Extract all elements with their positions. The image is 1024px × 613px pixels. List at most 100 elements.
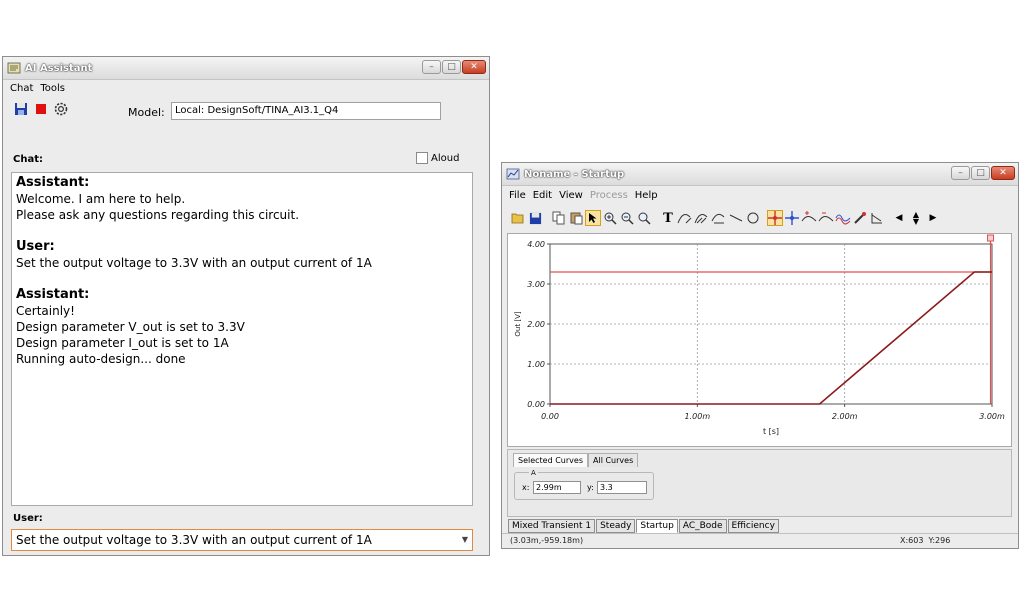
dropdown-arrow-icon[interactable]: ▼ [462, 530, 468, 550]
y-axis-label: Out [V] [514, 311, 522, 336]
save-icon[interactable] [527, 210, 543, 226]
axis-label-icon[interactable] [711, 210, 727, 226]
graph-menubar: File Edit View Process Help [502, 186, 1018, 204]
zoom-in-icon[interactable] [602, 210, 618, 226]
assistant-title-bar[interactable]: AI Assistant – □ ✕ [3, 57, 489, 80]
circle-tool-icon[interactable] [745, 210, 761, 226]
status-coords: (3.03m,-959.18m) [510, 536, 584, 545]
chat-log[interactable]: Assistant: Welcome. I am here to help. P… [11, 172, 473, 506]
graph-title: Noname - Startup [524, 168, 625, 180]
graph-title-bar[interactable]: Noname - Startup – □ ✕ [502, 163, 1018, 186]
graph-maximize-button[interactable]: □ [971, 166, 990, 180]
message-role: Assistant: [16, 287, 90, 302]
graph-window: Noname - Startup – □ ✕ File Edit View Pr… [501, 162, 1019, 549]
arrow-left-icon[interactable]: ◀ [891, 210, 907, 226]
marker-plus-icon[interactable] [801, 210, 817, 226]
copy-icon[interactable] [551, 210, 567, 226]
waveform-icon[interactable] [835, 210, 851, 226]
cursor-x-label: x: [522, 483, 530, 492]
menu-view[interactable]: View [559, 190, 583, 201]
cursor-b-icon[interactable] [784, 210, 800, 226]
marker-minus-icon[interactable] [818, 210, 834, 226]
graph-minimize-button[interactable]: – [951, 166, 970, 180]
tab-all-curves[interactable]: All Curves [588, 453, 639, 467]
curve-label-icon[interactable] [677, 210, 693, 226]
close-button[interactable]: ✕ [462, 60, 486, 74]
user-input[interactable]: Set the output voltage to 3.3V with an o… [11, 529, 473, 551]
gear-icon[interactable] [53, 101, 69, 117]
cursor-x-input[interactable]: 2.99m [533, 481, 581, 494]
ai-assistant-window: AI Assistant – □ ✕ Chat Tools Model: Loc… [2, 56, 490, 556]
startup-chart[interactable]: 0.00 1.00m 2.00m 3.00m 0.00 1.00 2.00 3.00 4.00 t… [508, 234, 1011, 446]
message-role: User: [16, 239, 55, 254]
message-role: Assistant: [16, 175, 90, 190]
y-tick-label: 3.00 [527, 280, 545, 289]
open-folder-icon[interactable] [510, 210, 526, 226]
aloud-checkbox[interactable]: Aloud [416, 152, 459, 164]
menu-help[interactable]: Help [635, 190, 658, 201]
menu-edit[interactable]: Edit [533, 190, 552, 201]
paste-icon[interactable] [568, 210, 584, 226]
tab-steady[interactable]: Steady [596, 519, 636, 533]
message-line: Running auto-design... done [16, 352, 186, 366]
pointer-icon[interactable] [585, 210, 601, 226]
aloud-checkbox-box[interactable] [416, 152, 428, 164]
curve-label-2-icon[interactable] [694, 210, 710, 226]
zoom-out-icon[interactable] [619, 210, 635, 226]
message-block: User: Set the output voltage to 3.3V wit… [16, 239, 468, 271]
cursor-a-icon[interactable] [767, 210, 783, 226]
arrow-updown-icon[interactable]: ▲ ▼ [908, 210, 924, 226]
app-icon [7, 62, 21, 74]
cursor-handle [987, 234, 995, 242]
model-label: Model: [128, 106, 165, 119]
message-line: Certainly! [16, 304, 75, 318]
probe-icon[interactable] [852, 210, 868, 226]
y-tick-label: 4.00 [527, 240, 545, 249]
cursor-group: A x: 2.99m y: 3.3 [514, 469, 654, 500]
maximize-button[interactable]: □ [442, 60, 461, 74]
stop-icon[interactable] [33, 101, 49, 117]
cursor-x-value: 2.99m [536, 483, 562, 492]
message-block: Assistant: Welcome. I am here to help. P… [16, 175, 468, 223]
status-bar: (3.03m,-959.18m) X:603 Y:296 [502, 533, 1018, 548]
assistant-toolbar [13, 101, 69, 117]
assistant-menubar: Chat Tools [3, 80, 489, 96]
save-icon[interactable] [13, 101, 29, 117]
model-field[interactable]: Local: DesignSoft/TINA_AI3.1_Q4 [171, 102, 441, 120]
minimize-button[interactable]: – [422, 60, 441, 74]
message-line: Design parameter I_out is set to 1A [16, 336, 229, 350]
cursor-y-value: 3.3 [600, 483, 613, 492]
message-line: Set the output voltage to 3.3V with an o… [16, 256, 372, 270]
menu-tools[interactable]: Tools [40, 83, 65, 94]
tab-ac-bode[interactable]: AC_Bode [678, 519, 727, 533]
graph-app-icon [506, 168, 520, 180]
menu-process[interactable]: Process [590, 190, 628, 201]
x-axis-label: t [s] [763, 427, 779, 436]
x-tick-label: 2.00m [832, 412, 858, 421]
cursor-y-label: y: [587, 483, 594, 492]
cursor-y-input[interactable]: 3.3 [597, 481, 647, 494]
text-tool-icon[interactable]: T [660, 210, 676, 226]
line-tool-icon[interactable] [728, 210, 744, 226]
message-line: Welcome. I am here to help. [16, 192, 186, 206]
graph-close-button[interactable]: ✕ [991, 166, 1015, 180]
menu-chat[interactable]: Chat [10, 83, 33, 94]
tab-mixed-transient-1[interactable]: Mixed Transient 1 [508, 519, 596, 533]
y-tick-label: 0.00 [527, 400, 545, 409]
x-tick-label: 0.00 [541, 412, 559, 421]
message-line: Design parameter V_out is set to 3.3V [16, 320, 245, 334]
tab-selected-curves[interactable]: Selected Curves [513, 453, 588, 467]
step-icon[interactable] [869, 210, 885, 226]
chat-label: Chat: [13, 154, 43, 165]
y-tick-label: 1.00 [527, 360, 545, 369]
menu-file[interactable]: File [509, 190, 526, 201]
tab-startup[interactable]: Startup [636, 519, 678, 533]
graph-toolbar: T ◀ ▲ ▼ ▶ [510, 208, 941, 228]
x-tick-label: 3.00m [979, 412, 1005, 421]
zoom-fit-icon[interactable] [636, 210, 652, 226]
y-tick-label: 2.00 [527, 320, 545, 329]
plot-area[interactable]: 0.00 1.00m 2.00m 3.00m 0.00 1.00 2.00 3.00 4.00 t… [507, 233, 1012, 447]
arrow-right-icon[interactable]: ▶ [925, 210, 941, 226]
tab-efficiency[interactable]: Efficiency [727, 519, 779, 533]
user-label: User: [13, 513, 43, 524]
